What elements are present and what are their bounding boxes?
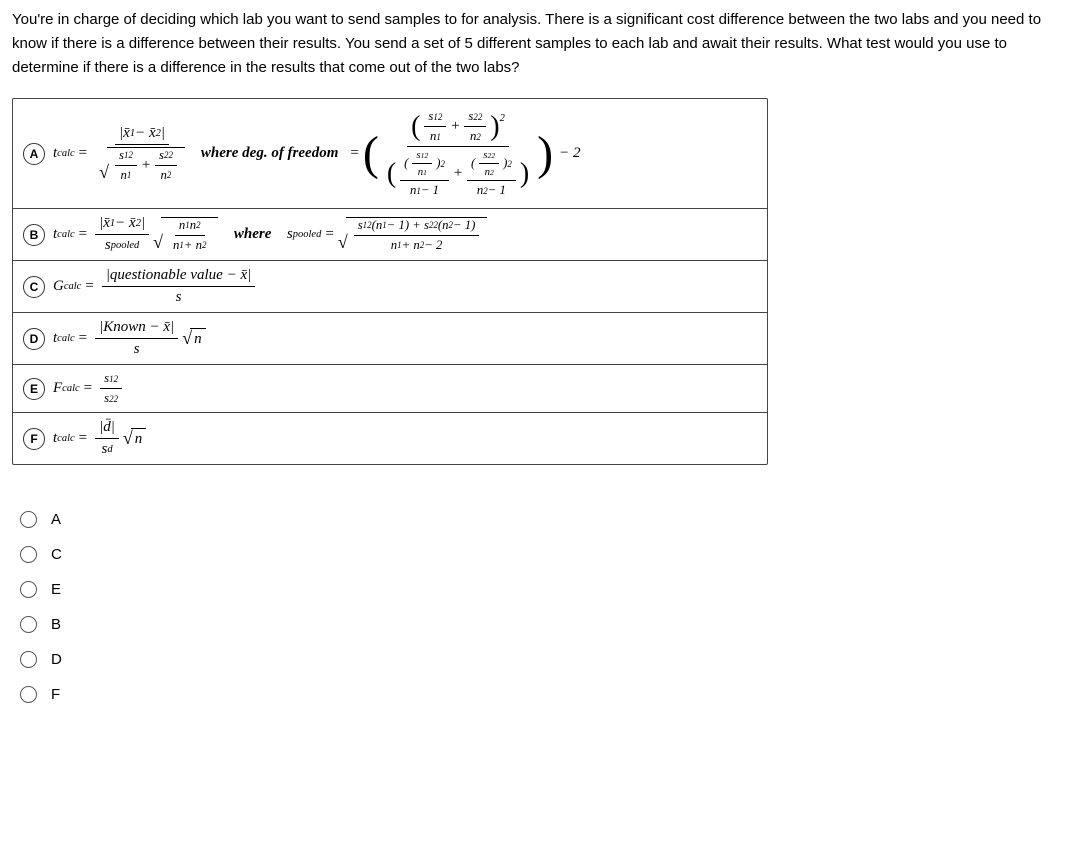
radio-icon <box>20 651 37 668</box>
answer-label: F <box>51 686 60 703</box>
answer-label: E <box>51 581 61 598</box>
answer-option-f[interactable]: F <box>20 686 1072 703</box>
radio-icon <box>20 686 37 703</box>
formula-options-box: A tcalc = |x̄1 − x̄2| √ s12n1 + s22n2 wh… <box>12 98 768 465</box>
question-text: You're in charge of deciding which lab y… <box>12 8 1072 80</box>
radio-icon <box>20 511 37 528</box>
option-a-row: A tcalc = |x̄1 − x̄2| √ s12n1 + s22n2 wh… <box>13 99 767 208</box>
option-f-row: F tcalc = |d̄| sd √n <box>13 412 767 464</box>
option-letter-a: A <box>23 143 45 165</box>
answer-label: C <box>51 546 62 563</box>
answer-option-d[interactable]: D <box>20 651 1072 668</box>
radio-icon <box>20 616 37 633</box>
answer-label: A <box>51 511 61 528</box>
option-letter-c: C <box>23 276 45 298</box>
option-letter-f: F <box>23 428 45 450</box>
option-b-row: B tcalc= |x̄1 − x̄2| spooled √ n1n2n1 + … <box>13 208 767 260</box>
option-letter-b: B <box>23 224 45 246</box>
answer-list: A C E B D F <box>20 511 1072 703</box>
option-d-row: D tcalc = |Known − x̄| s √n <box>13 312 767 364</box>
answer-label: B <box>51 616 61 633</box>
option-e-row: E Fcalc= s12 s22 <box>13 364 767 412</box>
answer-option-c[interactable]: C <box>20 546 1072 563</box>
option-letter-d: D <box>23 328 45 350</box>
radio-icon <box>20 546 37 563</box>
option-c-row: C Gcalc= |questionable value − x̄| s <box>13 260 767 312</box>
answer-label: D <box>51 651 62 668</box>
radio-icon <box>20 581 37 598</box>
answer-option-b[interactable]: B <box>20 616 1072 633</box>
answer-option-e[interactable]: E <box>20 581 1072 598</box>
answer-option-a[interactable]: A <box>20 511 1072 528</box>
option-letter-e: E <box>23 378 45 400</box>
